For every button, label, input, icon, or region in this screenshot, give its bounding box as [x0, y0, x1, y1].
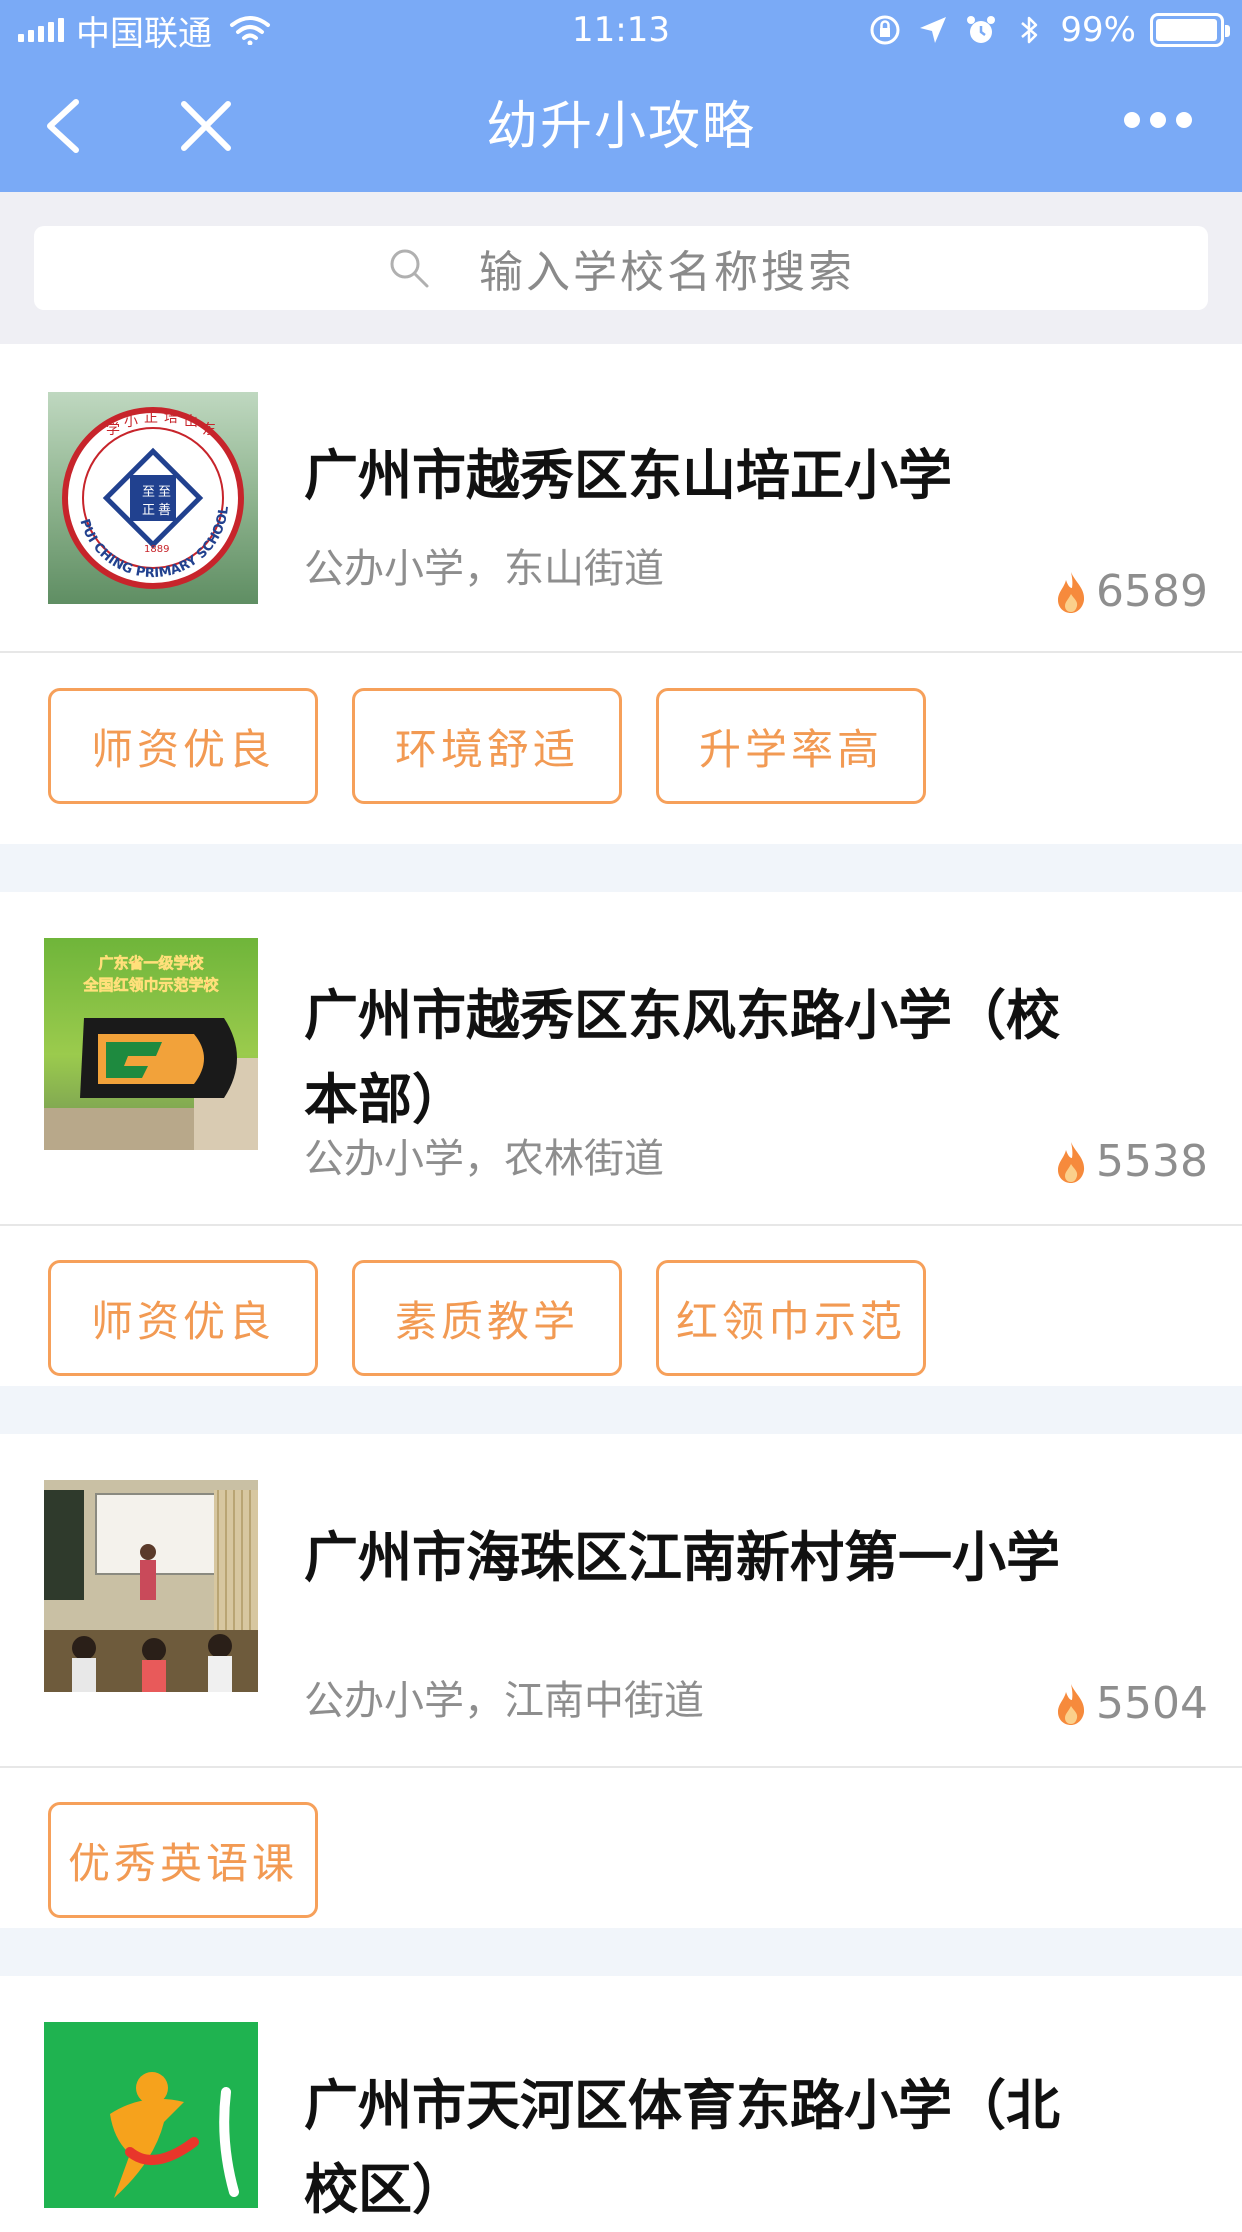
heat-counter: 6589 [1054, 566, 1208, 617]
nav-bar: 幼升小攻略 [0, 60, 1242, 192]
battery-percent: 99% [1060, 10, 1136, 50]
school-name[interactable]: 广州市越秀区东风东路小学（校本部） [304, 974, 1064, 1142]
logo-center-2: 至 [158, 485, 171, 500]
flame-icon [1058, 571, 1085, 613]
logo-line-2: 全国红领巾示范学校 [82, 976, 219, 994]
tag-chip: 素质教学 [352, 1260, 622, 1376]
school-name[interactable]: 广州市越秀区东山培正小学 [304, 434, 1064, 518]
heat-counter: 5504 [1054, 1678, 1208, 1729]
school-meta: 公办小学，江南中街道 [304, 1678, 704, 1724]
school-meta: 公办小学，东山街道 [304, 546, 664, 592]
battery-icon [1150, 13, 1230, 47]
section-divider [0, 1386, 1242, 1434]
status-bar: 中国联通 11:13 99% [0, 0, 1242, 60]
logo-cn-1: 学 [106, 422, 120, 438]
more-icon[interactable] [1124, 112, 1192, 128]
logo-center-4: 善 [158, 502, 171, 518]
logo-center-1: 至 [142, 485, 155, 500]
alarm-icon [967, 16, 996, 43]
logo-cn-4: 培 [164, 410, 178, 426]
search-icon [390, 249, 429, 288]
bluetooth-icon [1021, 16, 1038, 44]
school-meta: 公办小学，农林街道 [304, 1136, 664, 1182]
section-divider [0, 844, 1242, 892]
school-logo-image: 至 至 正 善 1889 PUI CHING PRIMARY SCHOOL 学 … [48, 392, 258, 604]
school-name[interactable]: 广州市海珠区江南新村第一小学 [304, 1516, 1064, 1600]
heat-count: 6589 [1096, 566, 1208, 617]
tag-chip: 优秀英语课 [48, 1802, 318, 1918]
rotation-lock-icon [870, 15, 900, 45]
logo-center-3: 正 [142, 503, 155, 518]
search-placeholder: 输入学校名称搜索 [479, 247, 855, 298]
school-card[interactable]: 至 至 正 善 1889 PUI CHING PRIMARY SCHOOL 学 … [0, 344, 1242, 844]
school-photo [44, 1480, 258, 1692]
heat-count: 5504 [1096, 1678, 1208, 1729]
logo-cn-2: 小 [124, 414, 138, 430]
logo-cn-5: 山 [184, 414, 198, 430]
flame-icon [1058, 1683, 1085, 1725]
section-divider [0, 1928, 1242, 1976]
tag-chip: 环境舒适 [352, 688, 622, 804]
school-logo-image: 广东省一级学校 全国红领巾示范学校 [44, 938, 258, 1150]
school-logo-image [44, 2022, 258, 2208]
flame-icon [1058, 1141, 1085, 1183]
school-card[interactable]: 广州市海珠区江南新村第一小学 公办小学，江南中街道 5504 优秀英语课 [0, 1434, 1242, 1928]
school-name[interactable]: 广州市天河区体育东路小学（北校区） [304, 2064, 1064, 2232]
page-title: 幼升小攻略 [485, 97, 756, 157]
search-input[interactable]: 输入学校名称搜索 [34, 226, 1208, 310]
logo-line-1: 广东省一级学校 [98, 954, 204, 972]
logo-year: 1889 [144, 544, 169, 555]
school-card[interactable]: 广州市天河区体育东路小学（北校区） [0, 1976, 1242, 2221]
tag-chip: 红领巾示范 [656, 1260, 926, 1376]
logo-cn-3: 正 [144, 410, 158, 426]
logo-cn-6: 东 [202, 422, 216, 438]
location-icon [920, 17, 947, 43]
heat-counter: 5538 [1054, 1136, 1208, 1187]
tag-chip: 升学率高 [656, 688, 926, 804]
tag-chip: 师资优良 [48, 1260, 318, 1376]
search-area: 输入学校名称搜索 [0, 192, 1242, 344]
tag-chip: 师资优良 [48, 688, 318, 804]
school-card[interactable]: 广东省一级学校 全国红领巾示范学校 广州市越秀区东风东路小学（校本部） 公办小学… [0, 892, 1242, 1386]
heat-count: 5538 [1096, 1136, 1208, 1187]
